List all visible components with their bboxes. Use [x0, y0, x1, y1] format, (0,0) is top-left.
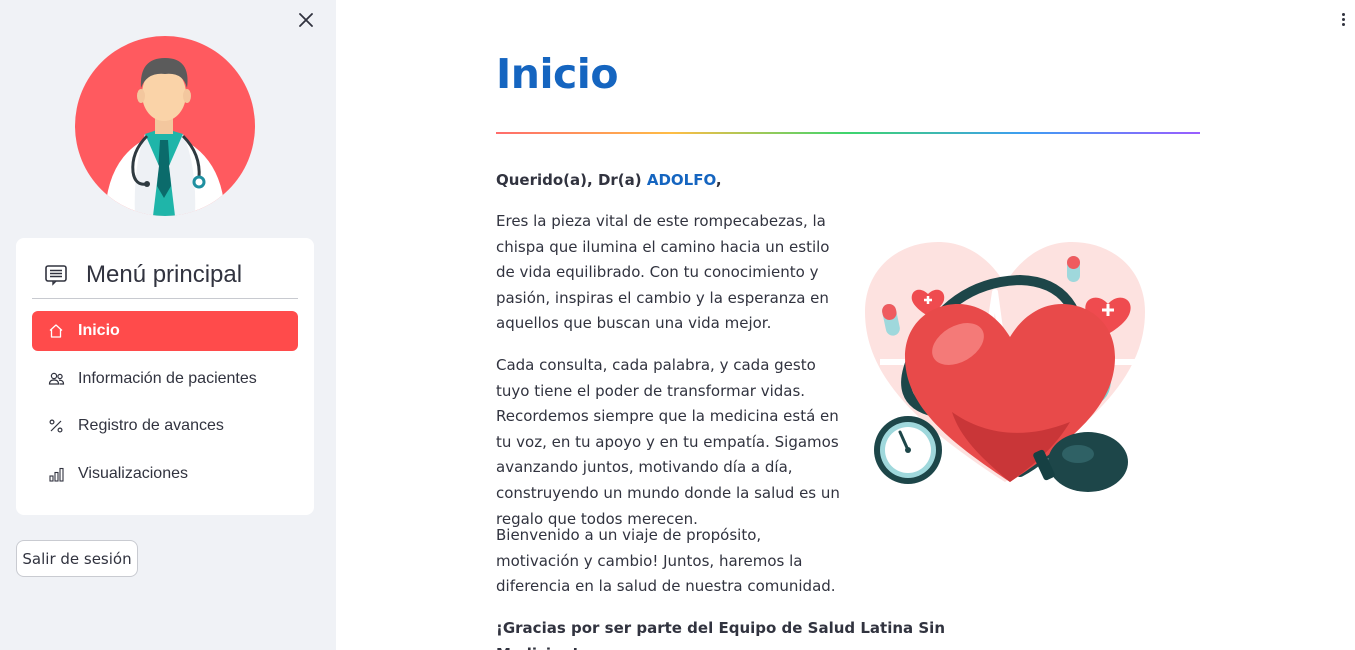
percent-icon — [47, 417, 65, 435]
main-menu: Menú principal Inicio Información de pac… — [16, 238, 314, 515]
doctor-avatar — [75, 36, 255, 216]
sidebar-item-label: Visualizaciones — [78, 465, 188, 482]
paragraph-intro: Eres la pieza vital de este rompecabezas… — [496, 212, 830, 333]
sidebar-item-label: Registro de avances — [78, 417, 224, 434]
greeting-prefix: Querido(a), Dr(a) — [496, 171, 647, 189]
greeting: Querido(a), Dr(a) ADOLFO, — [496, 168, 896, 194]
sidebar-item-inicio[interactable]: Inicio — [32, 311, 298, 351]
logout-button[interactable]: Salir de sesión — [16, 540, 138, 577]
doctor-name: ADOLFO — [646, 171, 716, 189]
close-icon — [299, 13, 313, 27]
sidebar-item-label: Información de pacientes — [78, 370, 257, 387]
close-sidebar-button[interactable] — [294, 8, 318, 32]
sidebar: Menú principal Inicio Información de pac… — [0, 0, 336, 650]
title-divider — [496, 132, 1200, 134]
closing-message: ¡Gracias por ser parte del Equipo de Sal… — [496, 619, 946, 650]
greeting-suffix: , — [715, 171, 722, 189]
paragraph-consulta: Cada consulta, cada palabra, y cada gest… — [496, 356, 840, 528]
paragraph-bienvenido: Bienvenido a un viaje de propósito, moti… — [496, 526, 836, 596]
sidebar-item-registro-avances[interactable]: Registro de avances — [32, 406, 298, 446]
sidebar-item-label: Inicio — [78, 322, 120, 339]
menu-list-icon — [44, 262, 70, 288]
bar-chart-icon — [47, 465, 65, 483]
sidebar-item-informacion-pacientes[interactable]: Información de pacientes — [32, 359, 298, 399]
sidebar-item-visualizaciones[interactable]: Visualizaciones — [32, 454, 298, 494]
kebab-menu-icon[interactable] — [1335, 8, 1351, 30]
people-icon — [47, 370, 65, 388]
heart-stethoscope-illustration — [865, 242, 1145, 492]
menu-header: Menú principal — [32, 252, 298, 299]
house-icon — [47, 322, 65, 340]
menu-title: Menú principal — [86, 261, 243, 288]
page-title: Inicio — [496, 50, 619, 98]
